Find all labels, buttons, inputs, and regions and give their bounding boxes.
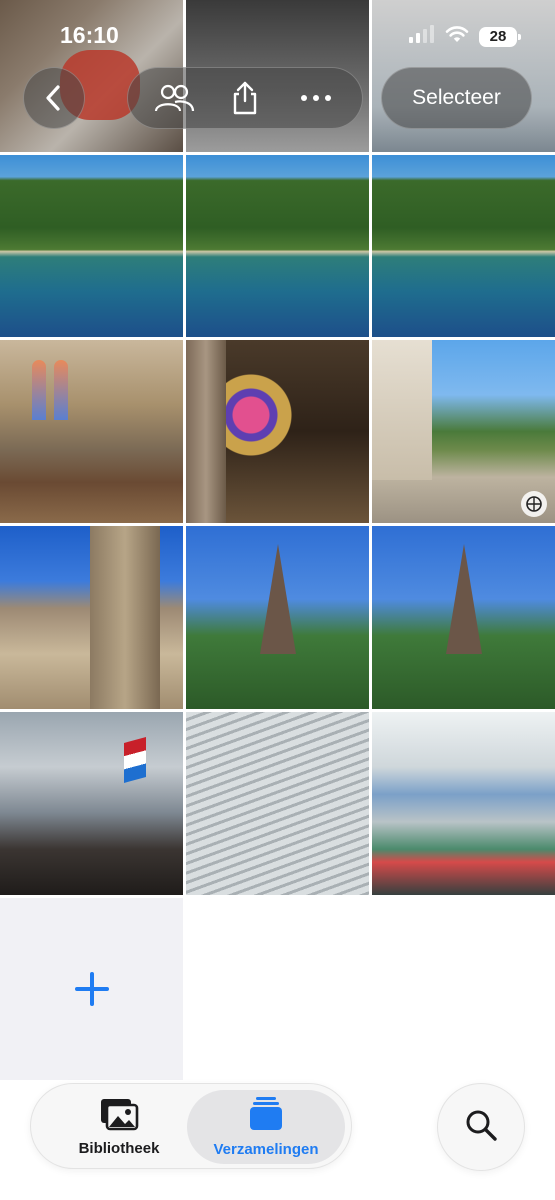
photo-library-icon — [98, 1097, 140, 1136]
photo-lake-3[interactable] — [372, 155, 555, 337]
photo-rose-window-organ[interactable] — [186, 340, 369, 523]
plus-icon — [74, 972, 109, 1006]
photo-flag-church[interactable] — [0, 712, 183, 895]
back-button[interactable] — [23, 67, 85, 129]
photo-spire-1[interactable] — [186, 526, 369, 709]
battery-indicator: 28 — [479, 26, 521, 47]
photo-church-interior[interactable] — [0, 340, 183, 523]
photo-cathedral-tower[interactable] — [0, 526, 183, 709]
tab-collections-label: Verzamelingen — [213, 1141, 319, 1158]
tab-collections[interactable]: Verzamelingen — [187, 1090, 345, 1164]
photo-lake-2[interactable] — [186, 155, 369, 337]
add-photo-button[interactable] — [0, 898, 183, 1080]
wifi-icon — [445, 25, 469, 48]
chevron-left-icon — [32, 76, 76, 120]
photo-station-escalator[interactable] — [372, 712, 555, 895]
live-photo-icon — [521, 491, 547, 517]
search-icon — [463, 1107, 499, 1148]
status-bar: 16:10 28 — [0, 0, 555, 70]
photo-station-roof[interactable] — [186, 712, 369, 895]
ellipsis-icon[interactable] — [294, 76, 338, 120]
search-button[interactable] — [437, 1083, 525, 1171]
action-group — [127, 67, 363, 129]
share-icon[interactable] — [223, 76, 267, 120]
tab-library[interactable]: Bibliotheek — [39, 1090, 199, 1164]
tab-bar: Bibliotheek Verzamelingen — [30, 1083, 352, 1169]
bottom-bar: Bibliotheek Verzamelingen — [0, 1080, 555, 1200]
photo-lake-1[interactable] — [0, 155, 183, 337]
tab-library-label: Bibliotheek — [78, 1140, 160, 1157]
select-button[interactable]: Selecteer — [381, 67, 532, 129]
photo-street-flag[interactable] — [372, 340, 555, 523]
collections-icon — [248, 1096, 284, 1137]
photo-spire-2[interactable] — [372, 526, 555, 709]
status-time: 16:10 — [60, 22, 119, 48]
signal-icon — [409, 25, 435, 48]
people-icon[interactable] — [152, 76, 196, 120]
